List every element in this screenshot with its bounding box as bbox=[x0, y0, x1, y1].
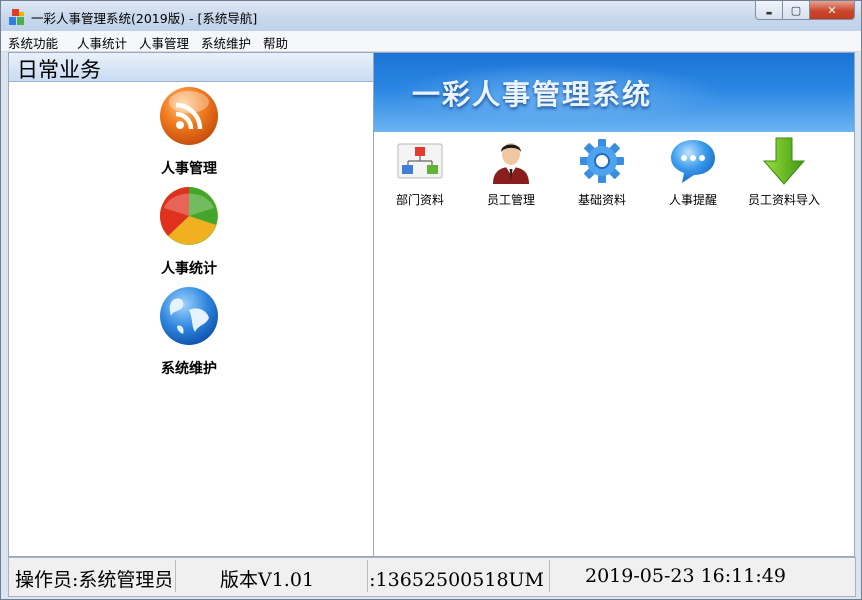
tool-hr-reminder[interactable]: 人事提醒 bbox=[648, 137, 738, 208]
app-logo-icon bbox=[9, 9, 24, 25]
nav-hr-management[interactable]: 人事管理 bbox=[149, 86, 229, 178]
status-datetime: 2019-05-23 16:11:49 bbox=[585, 565, 786, 587]
menu-bar: 系统功能 人事统计 人事管理 系统维护 帮助 bbox=[1, 31, 861, 52]
status-separator bbox=[549, 560, 550, 592]
menu-system-maintenance[interactable]: 系统维护 bbox=[201, 33, 251, 52]
tool-employee-management-label: 员工管理 bbox=[486, 193, 535, 207]
window-controls: ▬ ▢ ✕ bbox=[755, 1, 855, 21]
tool-employee-import-label: 员工资料导入 bbox=[747, 193, 820, 207]
panel-header-title: 日常业务 bbox=[17, 58, 101, 82]
status-bar: 操作员:系统管理员 版本V1.01 号:13652500518UM 2019-0… bbox=[8, 557, 856, 597]
menu-system-functions[interactable]: 系统功能 bbox=[8, 33, 58, 52]
tool-hr-reminder-label: 人事提醒 bbox=[668, 193, 717, 207]
status-phone: 号:13652500518UM bbox=[368, 569, 544, 591]
org-chart-icon bbox=[397, 143, 443, 179]
tool-department-info[interactable]: 部门资料 bbox=[375, 137, 465, 208]
maximize-button[interactable]: ▢ bbox=[782, 1, 810, 20]
employee-icon bbox=[493, 143, 529, 184]
globe-icon bbox=[160, 287, 218, 345]
tool-basic-info-label: 基础资料 bbox=[577, 193, 626, 207]
app-window: 一彩人事管理系统(2019版) - [系统导航] ▬ ▢ ✕ 系统功能 人事统计… bbox=[0, 0, 862, 600]
tool-basic-info[interactable]: 基础资料 bbox=[557, 137, 647, 208]
speech-bubble-icon bbox=[671, 140, 715, 183]
banner-title: 一彩人事管理系统 bbox=[412, 78, 653, 111]
status-separator bbox=[175, 560, 176, 592]
daily-business-panel: 日常业务 人事管理 人事统计 系统维护 bbox=[8, 52, 374, 557]
panel-header: 日常业务 bbox=[9, 53, 373, 82]
close-button[interactable]: ✕ bbox=[809, 1, 855, 20]
nav-hr-statistics-label: 人事统计 bbox=[161, 261, 217, 277]
tool-employee-management[interactable]: 员工管理 bbox=[466, 137, 556, 208]
pie-chart-icon bbox=[160, 187, 218, 245]
window-title: 一彩人事管理系统(2019版) - [系统导航] bbox=[31, 11, 258, 26]
status-version: 版本V1.01 bbox=[220, 569, 315, 591]
gear-icon bbox=[580, 139, 624, 183]
banner: 一彩人事管理系统 bbox=[374, 53, 854, 132]
tool-employee-import[interactable]: 员工资料导入 bbox=[739, 137, 829, 208]
download-arrow-icon bbox=[762, 137, 806, 185]
tool-department-info-label: 部门资料 bbox=[395, 193, 444, 207]
nav-hr-management-label: 人事管理 bbox=[161, 161, 217, 177]
nav-system-maintenance[interactable]: 系统维护 bbox=[149, 286, 229, 378]
menu-hr-management[interactable]: 人事管理 bbox=[139, 33, 189, 52]
rss-orange-icon bbox=[160, 87, 218, 145]
close-icon: ✕ bbox=[827, 3, 837, 17]
system-navigation-panel: 一彩人事管理系统 部门资料 员工管理 基础资料 人事提醒 员工资料导入 bbox=[373, 52, 855, 557]
menu-hr-statistics[interactable]: 人事统计 bbox=[77, 33, 127, 52]
status-operator: 操作员:系统管理员 bbox=[15, 569, 171, 591]
minimize-icon: ▬ bbox=[765, 9, 773, 17]
nav-system-maintenance-label: 系统维护 bbox=[161, 361, 217, 377]
minimize-button[interactable]: ▬ bbox=[755, 1, 783, 20]
nav-hr-statistics[interactable]: 人事统计 bbox=[149, 186, 229, 278]
menu-help[interactable]: 帮助 bbox=[263, 33, 288, 52]
title-bar[interactable]: 一彩人事管理系统(2019版) - [系统导航] ▬ ▢ ✕ bbox=[1, 1, 861, 31]
maximize-icon: ▢ bbox=[790, 3, 802, 17]
